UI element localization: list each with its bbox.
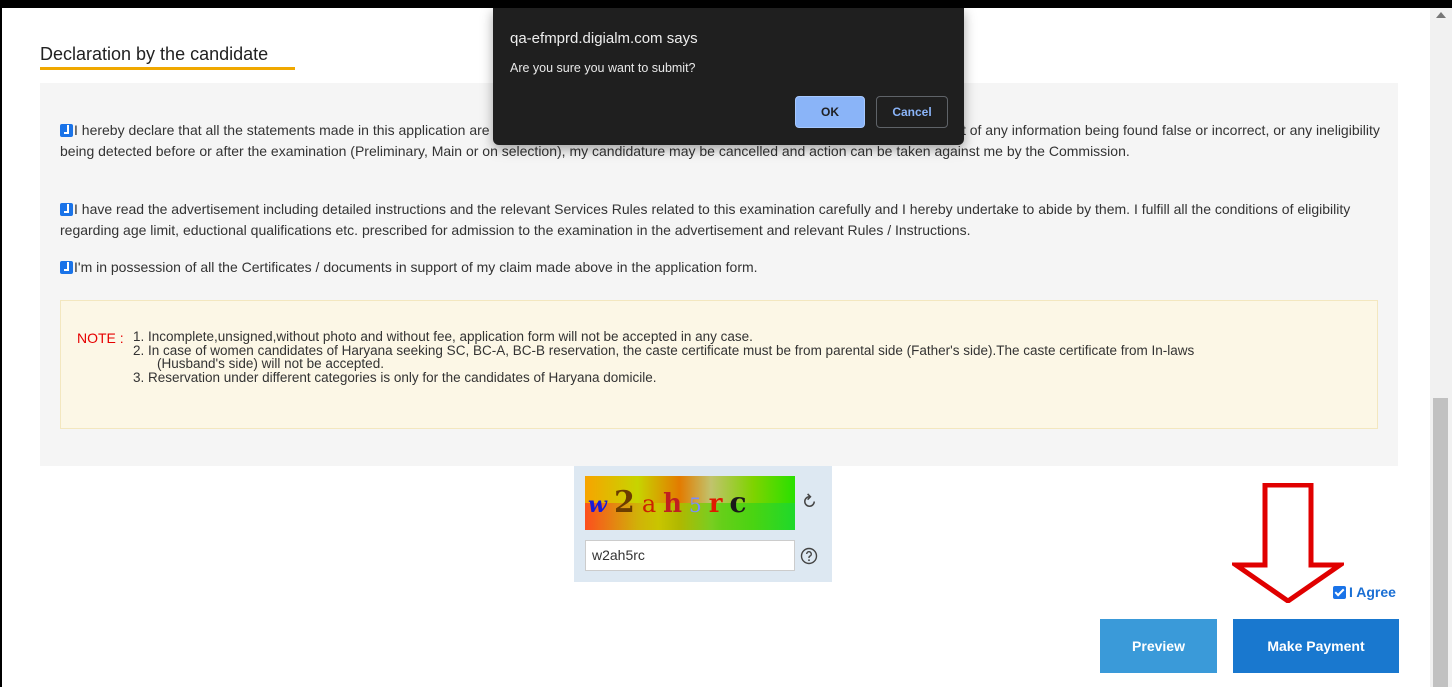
dialog-cancel-button[interactable]: Cancel bbox=[876, 96, 948, 128]
agree-label: I Agree bbox=[1349, 584, 1396, 600]
declaration-text-2: I have read the advertisement including … bbox=[60, 201, 1351, 238]
note-label: NOTE : bbox=[77, 330, 124, 346]
scrollbar-thumb[interactable] bbox=[1433, 398, 1448, 687]
declaration-checkbox-3[interactable] bbox=[60, 261, 73, 274]
declaration-item: I'm in possession of all the Certificate… bbox=[60, 257, 1380, 278]
dialog-ok-button[interactable]: OK bbox=[795, 96, 865, 128]
note-list: 1. Incomplete,unsigned,without photo and… bbox=[133, 330, 1363, 384]
declaration-item: I have read the advertisement including … bbox=[60, 199, 1380, 241]
captcha-input[interactable]: w2ah5rc bbox=[585, 540, 795, 571]
note-line-2-cont: (Husband's side) will not be accepted. bbox=[157, 356, 384, 371]
preview-button[interactable]: Preview bbox=[1100, 619, 1217, 673]
agree-checkbox[interactable]: I Agree bbox=[1333, 584, 1396, 600]
help-icon[interactable] bbox=[800, 547, 818, 565]
scroll-up-arrow-icon[interactable] bbox=[1436, 12, 1446, 18]
section-title: Declaration by the candidate bbox=[40, 44, 269, 64]
make-payment-button[interactable]: Make Payment bbox=[1233, 619, 1399, 673]
note-line-3: 3. Reservation under different categorie… bbox=[133, 369, 657, 385]
note-line-1: 1. Incomplete,unsigned,without photo and… bbox=[133, 329, 753, 344]
dialog-title: qa-efmprd.digialm.com says bbox=[510, 30, 698, 47]
declaration-checkbox-1[interactable] bbox=[60, 124, 73, 137]
refresh-icon[interactable] bbox=[801, 493, 818, 510]
declaration-checkbox-2[interactable] bbox=[60, 203, 73, 216]
annotation-arrow-icon bbox=[1232, 483, 1344, 603]
declaration-text-3: I'm in possession of all the Certificate… bbox=[74, 259, 758, 275]
agree-check-icon[interactable] bbox=[1333, 586, 1346, 599]
title-underline bbox=[40, 67, 295, 70]
dialog-message: Are you sure you want to submit? bbox=[510, 61, 696, 75]
captcha-image-text: w2ah5rc bbox=[588, 485, 754, 520]
note-line-2: 2. In case of women candidates of Haryan… bbox=[133, 342, 1195, 358]
